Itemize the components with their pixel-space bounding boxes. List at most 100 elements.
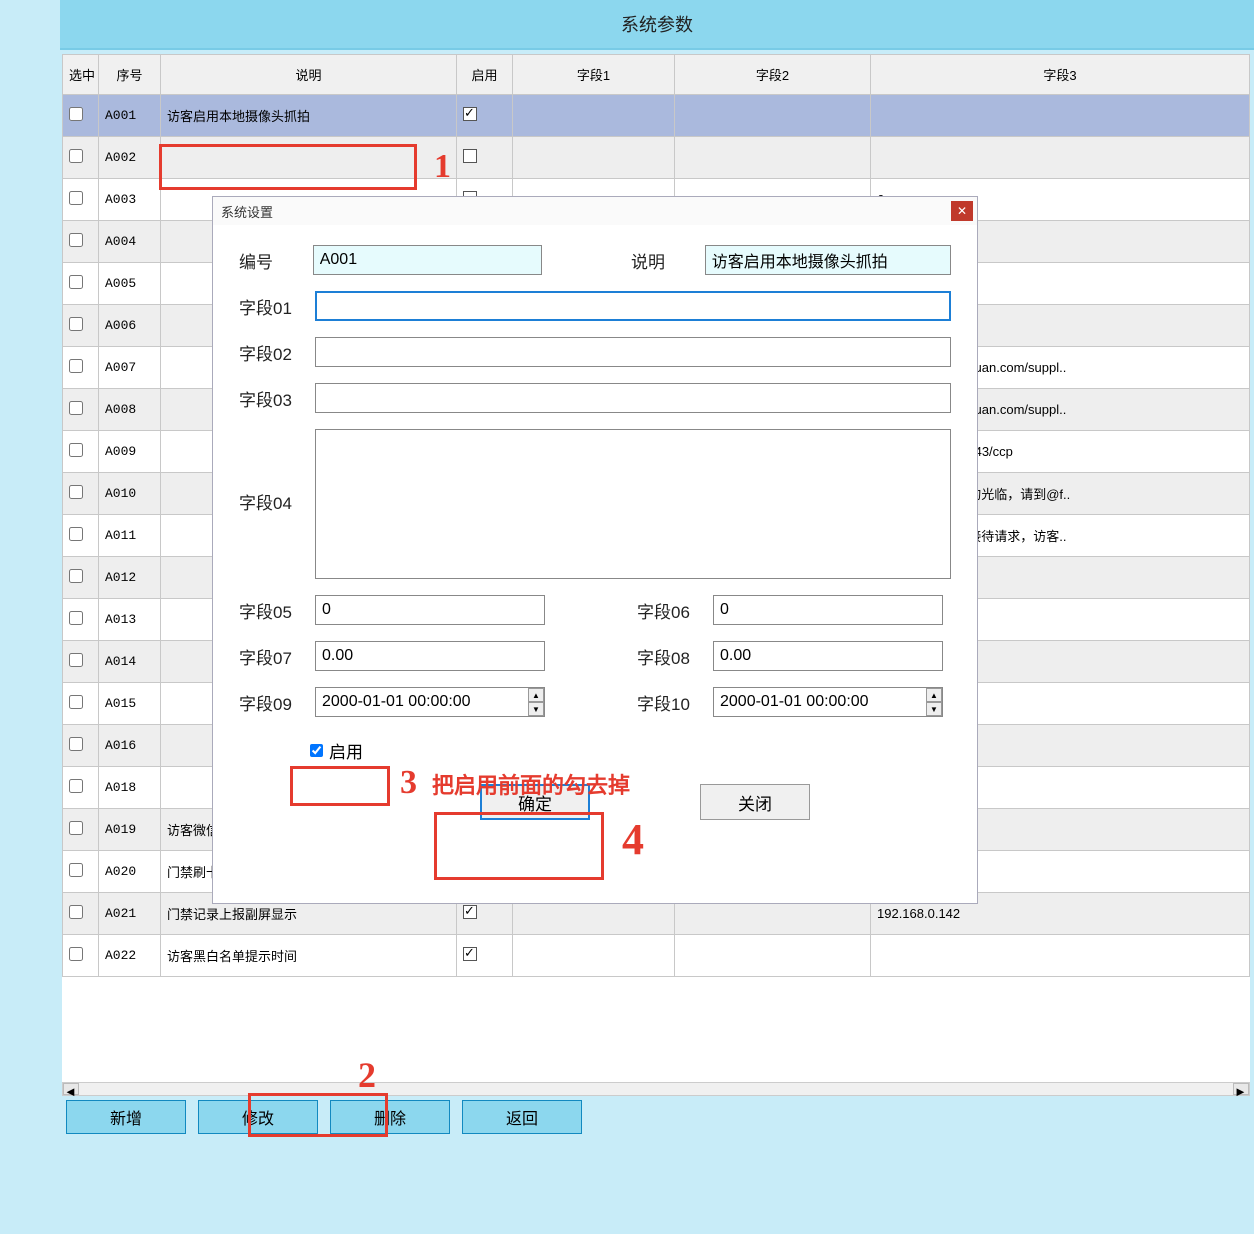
row-checkbox[interactable] <box>69 527 83 541</box>
row-checkbox[interactable] <box>69 359 83 373</box>
action-buttons: 新增 修改 删除 返回 <box>62 1100 1250 1136</box>
cell-f3 <box>871 935 1250 977</box>
page-title: 系统参数 <box>60 0 1254 50</box>
col-header-f2[interactable]: 字段2 <box>675 55 871 95</box>
row-checkbox[interactable] <box>69 401 83 415</box>
back-button[interactable]: 返回 <box>462 1100 582 1134</box>
cell-seq: A007 <box>99 347 161 389</box>
cell-seq: A018 <box>99 767 161 809</box>
f08-field[interactable] <box>713 641 943 671</box>
dialog-title: 系统设置 <box>221 202 273 221</box>
col-header-f3[interactable]: 字段3 <box>871 55 1250 95</box>
row-checkbox[interactable] <box>69 485 83 499</box>
id-field[interactable] <box>313 245 542 275</box>
f09-spinner[interactable]: ▲▼ <box>528 688 544 716</box>
label-f05: 字段05 <box>239 598 309 623</box>
desc-field[interactable] <box>705 245 951 275</box>
f06-field[interactable] <box>713 595 943 625</box>
label-f02: 字段02 <box>239 340 309 365</box>
horizontal-scrollbar[interactable]: ◄ ► <box>62 1082 1250 1096</box>
cell-seq: A012 <box>99 557 161 599</box>
row-checkbox[interactable] <box>69 443 83 457</box>
cell-enable <box>457 935 513 977</box>
cell-desc <box>161 137 457 179</box>
cell-seq: A009 <box>99 431 161 473</box>
label-f08: 字段08 <box>637 644 707 669</box>
cell-seq: A003 <box>99 179 161 221</box>
delete-button[interactable]: 删除 <box>330 1100 450 1134</box>
table-row[interactable]: A001访客启用本地摄像头抓拍 <box>63 95 1250 137</box>
cell-enable <box>457 95 513 137</box>
row-checkbox[interactable] <box>69 779 83 793</box>
close-button[interactable]: 关闭 <box>700 784 810 820</box>
label-f07: 字段07 <box>239 644 309 669</box>
cell-f1 <box>513 935 675 977</box>
label-f06: 字段06 <box>637 598 707 623</box>
col-header-desc[interactable]: 说明 <box>161 55 457 95</box>
row-checkbox[interactable] <box>69 233 83 247</box>
f10-field[interactable] <box>713 687 943 717</box>
enable-label: 启用 <box>329 738 363 763</box>
cell-seq: A014 <box>99 641 161 683</box>
close-icon[interactable]: ✕ <box>951 201 973 221</box>
row-checkbox[interactable] <box>69 653 83 667</box>
label-f03: 字段03 <box>239 386 309 411</box>
scroll-right-button[interactable]: ► <box>1233 1083 1249 1095</box>
table-row[interactable]: A002 <box>63 137 1250 179</box>
cell-seq: A021 <box>99 893 161 935</box>
edit-button[interactable]: 修改 <box>198 1100 318 1134</box>
table-row[interactable]: A022访客黑白名单提示时间 <box>63 935 1250 977</box>
cell-seq: A002 <box>99 137 161 179</box>
col-header-seq[interactable]: 序号 <box>99 55 161 95</box>
row-checkbox[interactable] <box>69 107 83 121</box>
cell-seq: A022 <box>99 935 161 977</box>
label-id: 编号 <box>239 248 307 273</box>
row-checkbox[interactable] <box>69 191 83 205</box>
scroll-left-button[interactable]: ◄ <box>63 1083 79 1095</box>
col-header-enable[interactable]: 启用 <box>457 55 513 95</box>
cell-seq: A008 <box>99 389 161 431</box>
row-checkbox[interactable] <box>69 695 83 709</box>
f01-field[interactable] <box>315 291 951 321</box>
cell-seq: A019 <box>99 809 161 851</box>
row-checkbox[interactable] <box>69 275 83 289</box>
row-checkbox[interactable] <box>69 569 83 583</box>
page-title-text: 系统参数 <box>621 11 693 37</box>
cell-seq: A011 <box>99 515 161 557</box>
cell-seq: A004 <box>99 221 161 263</box>
enable-checkbox-wrap[interactable]: 启用 <box>299 733 374 768</box>
col-header-check[interactable]: 选中 <box>63 55 99 95</box>
cell-f2 <box>675 137 871 179</box>
cell-seq: A006 <box>99 305 161 347</box>
row-checkbox[interactable] <box>69 905 83 919</box>
f05-field[interactable] <box>315 595 545 625</box>
f04-field[interactable] <box>315 429 951 579</box>
cell-f1 <box>513 95 675 137</box>
enable-checkbox[interactable] <box>310 744 323 757</box>
row-checkbox[interactable] <box>69 863 83 877</box>
label-f01: 字段01 <box>239 294 309 319</box>
col-header-f1[interactable]: 字段1 <box>513 55 675 95</box>
add-button[interactable]: 新增 <box>66 1100 186 1134</box>
cell-seq: A013 <box>99 599 161 641</box>
dialog-title-bar[interactable]: 系统设置 ✕ <box>213 197 977 225</box>
label-desc: 说明 <box>631 248 699 273</box>
f07-field[interactable] <box>315 641 545 671</box>
row-checkbox[interactable] <box>69 947 83 961</box>
cell-f3 <box>871 137 1250 179</box>
row-checkbox[interactable] <box>69 821 83 835</box>
row-checkbox[interactable] <box>69 737 83 751</box>
f09-field[interactable] <box>315 687 545 717</box>
f02-field[interactable] <box>315 337 951 367</box>
row-checkbox[interactable] <box>69 149 83 163</box>
label-f09: 字段09 <box>239 690 309 715</box>
f10-spinner[interactable]: ▲▼ <box>926 688 942 716</box>
cell-seq: A001 <box>99 95 161 137</box>
cell-f2 <box>675 935 871 977</box>
f03-field[interactable] <box>315 383 951 413</box>
ok-button[interactable]: 确定 <box>480 784 590 820</box>
label-f04: 字段04 <box>239 489 309 514</box>
cell-desc: 访客黑白名单提示时间 <box>161 935 457 977</box>
row-checkbox[interactable] <box>69 611 83 625</box>
row-checkbox[interactable] <box>69 317 83 331</box>
